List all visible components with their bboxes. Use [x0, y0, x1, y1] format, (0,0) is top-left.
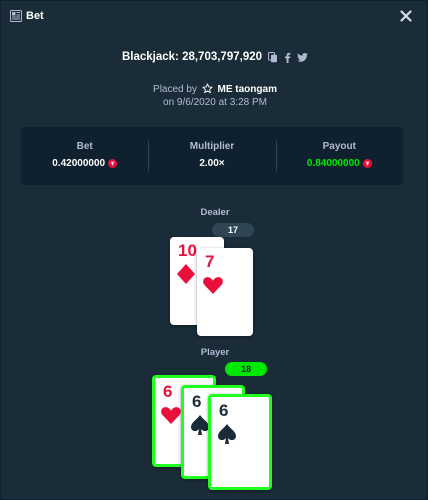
username-link[interactable]: ME taongam [218, 84, 277, 95]
multiplier-label: Multiplier [189, 141, 235, 152]
facebook-icon [285, 52, 291, 63]
payout-label: Payout [322, 141, 356, 152]
game-id-row: Blackjack: 28,703,797,920 [1, 47, 428, 67]
modal-header: Bet [1, 1, 428, 33]
star-icon [202, 83, 213, 94]
player-label: Player [200, 347, 230, 358]
placed-by-label: Placed by [153, 84, 197, 95]
currency-coin-icon [108, 159, 118, 168]
card-rank: 7 [205, 252, 215, 271]
card-rank: 6 [192, 392, 202, 411]
dealer-score-badge: 17 [212, 223, 254, 237]
bet-stat: Bet 0.42000000 [21, 127, 148, 185]
card-rank: 6 [219, 401, 229, 420]
close-button[interactable] [399, 8, 413, 24]
bet-amount: 0.42000000 [52, 158, 118, 169]
bet-modal: Bet Blackjack: 28,703,797,920 Placed by … [0, 0, 428, 500]
twitter-icon [297, 52, 308, 62]
card-rank: 10 [178, 241, 197, 260]
twitter-share-button[interactable] [297, 52, 308, 62]
player-score-badge: 18 [225, 362, 267, 376]
payout-value: 0.84000000 [306, 158, 360, 169]
currency-coin-icon [362, 159, 372, 168]
dealer-label: Dealer [200, 207, 230, 218]
multiplier-value: 2.00× [199, 158, 225, 169]
dealer-card-2: 7 [197, 248, 253, 336]
facebook-share-button[interactable] [284, 52, 291, 63]
game-id: Blackjack: 28,703,797,920 [121, 51, 263, 63]
placed-info: Placed by ME taongam on 9/6/2020 at 3:28… [1, 83, 428, 109]
card-rank: 6 [163, 382, 173, 401]
receipt-icon [10, 10, 22, 22]
spade-suit-icon [218, 424, 236, 444]
copy-icon [268, 51, 278, 62]
bet-label: Bet [76, 141, 93, 152]
payout-amount: 0.84000000 [307, 158, 372, 169]
payout-stat: Payout 0.84000000 [275, 127, 403, 185]
close-icon [400, 10, 412, 22]
player-card-3: 6 [208, 394, 272, 490]
placed-date: on 9/6/2020 at 3:28 PM [163, 97, 267, 108]
bet-stats-panel: Bet 0.42000000 Multiplier 2.00× Payout 0… [21, 127, 403, 185]
modal-title: Bet [26, 10, 44, 22]
copy-button[interactable] [268, 51, 278, 63]
heart-suit-icon [203, 277, 223, 294]
multiplier-stat: Multiplier 2.00× [148, 127, 275, 185]
heart-suit-icon [161, 407, 181, 424]
bet-value: 0.42000000 [52, 158, 106, 169]
diamond-suit-icon [177, 264, 195, 284]
